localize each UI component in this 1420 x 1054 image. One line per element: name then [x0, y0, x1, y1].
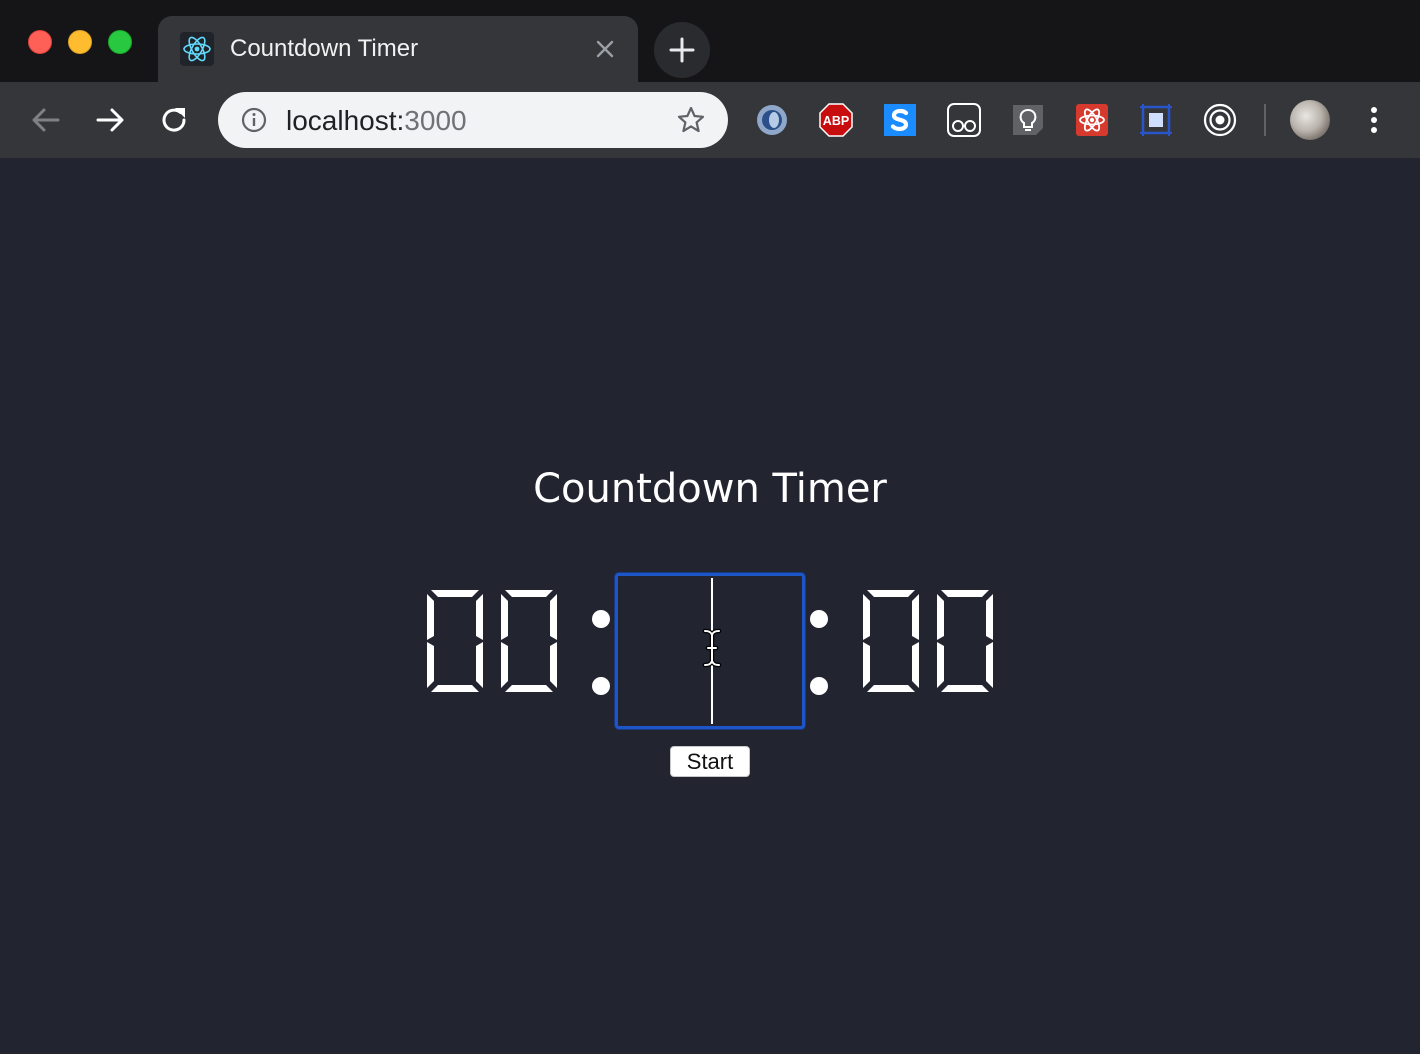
site-info-icon[interactable]: [240, 106, 268, 134]
colon-dot: [810, 677, 828, 695]
s-extension-icon[interactable]: [882, 102, 918, 138]
colon-dot: [810, 610, 828, 628]
window-maximize-button[interactable]: [108, 30, 132, 54]
colon-dot: [592, 610, 610, 628]
reload-icon[interactable]: [156, 102, 192, 138]
tab-title: Countdown Timer: [230, 35, 419, 62]
page-title: Countdown Timer: [533, 466, 887, 512]
start-button[interactable]: Start: [670, 746, 750, 777]
ibeam-cursor-icon: [700, 628, 724, 668]
url-port: 3000: [404, 105, 467, 136]
seconds-value: 00: [860, 586, 996, 696]
tab-close-icon[interactable]: [592, 36, 618, 62]
react-devtools-extension-icon[interactable]: [1074, 102, 1110, 138]
blue-drop-extension-icon[interactable]: [754, 102, 790, 138]
address-url: localhost:3000: [286, 105, 467, 137]
new-tab-button[interactable]: [654, 22, 710, 78]
svg-text:ABP: ABP: [823, 114, 849, 128]
glasses-extension-icon[interactable]: [946, 102, 982, 138]
window-close-button[interactable]: [28, 30, 52, 54]
browser-toolbar: localhost:3000 ABP: [0, 82, 1420, 158]
browser-window: Countdown Timer localhost:3000 ABP Count…: [0, 0, 1420, 1054]
toolbar-divider: [1264, 104, 1266, 136]
more-menu-icon[interactable]: [1360, 102, 1388, 138]
url-host: localhost:: [286, 105, 405, 136]
back-arrow-icon[interactable]: [28, 102, 64, 138]
address-bar[interactable]: localhost:3000: [218, 92, 728, 148]
hours-value: 00: [424, 586, 560, 696]
colon-dot: [592, 677, 610, 695]
forward-arrow-icon[interactable]: [92, 102, 128, 138]
page-viewport: Countdown Timer Start: [0, 158, 1420, 1054]
adblock-plus-extension-icon[interactable]: ABP: [818, 102, 854, 138]
tab-strip: Countdown Timer: [0, 0, 1420, 84]
target-extension-icon[interactable]: [1202, 102, 1238, 138]
window-minimize-button[interactable]: [68, 30, 92, 54]
minutes-input[interactable]: [615, 573, 805, 729]
profile-avatar[interactable]: [1290, 100, 1330, 140]
tab-countdown-timer[interactable]: Countdown Timer: [158, 16, 638, 84]
lightbulb-extension-icon[interactable]: [1010, 102, 1046, 138]
bookmark-star-icon[interactable]: [676, 105, 706, 135]
square-extension-icon[interactable]: [1138, 102, 1174, 138]
react-icon: [180, 32, 214, 66]
